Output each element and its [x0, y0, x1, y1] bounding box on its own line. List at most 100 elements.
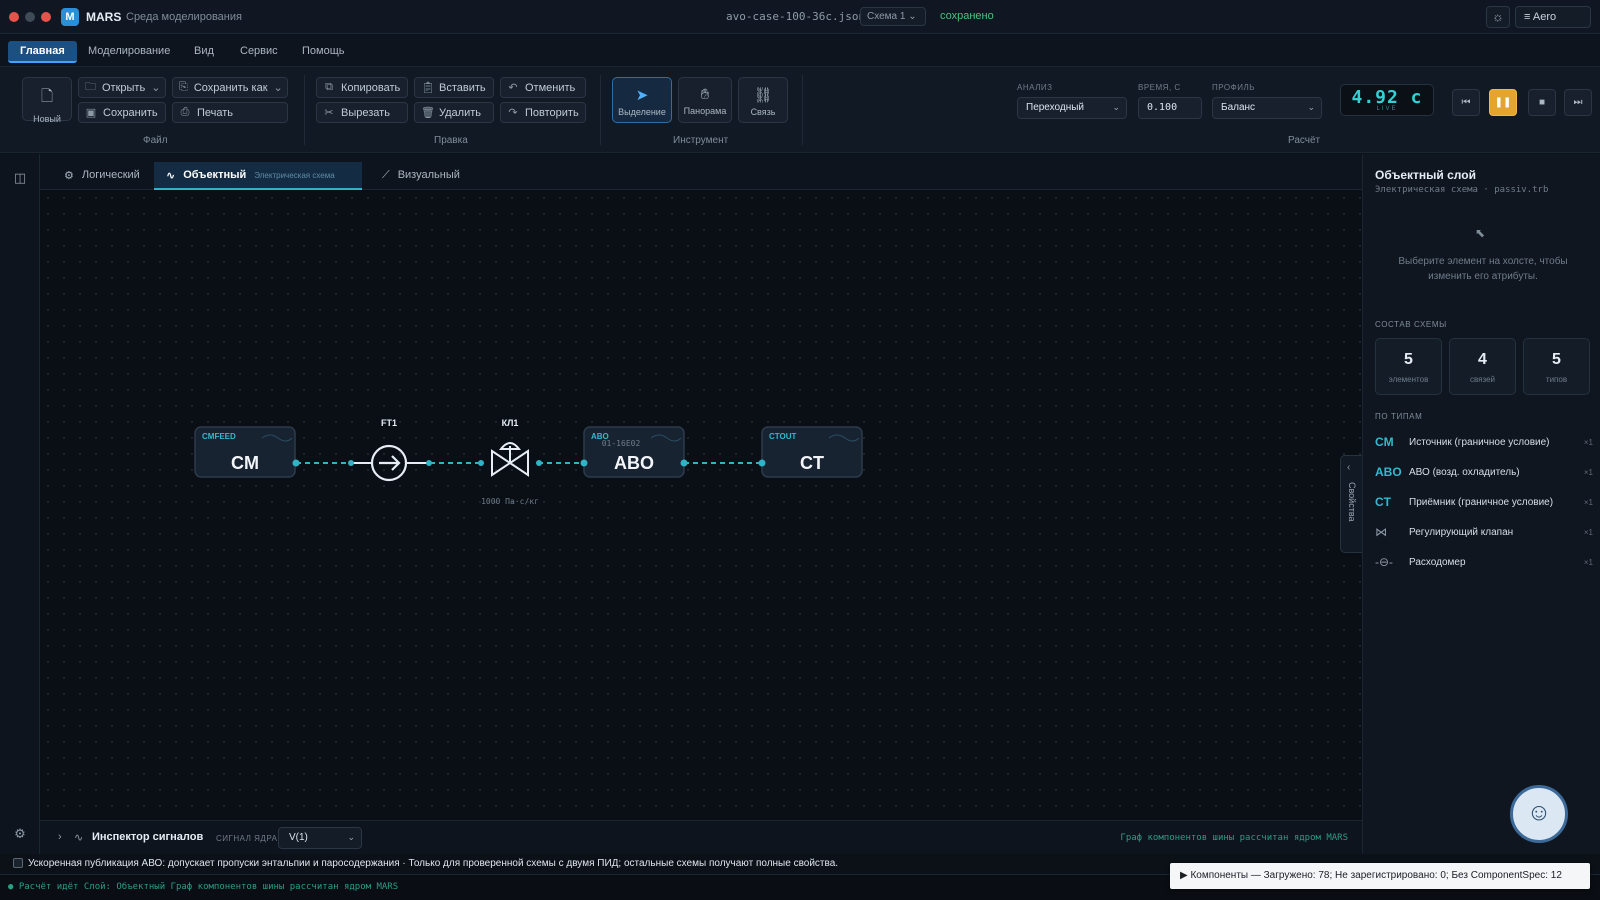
ribbon-divider: [600, 75, 601, 145]
notice-text: Ускоренная публикация АВО: допускает про…: [28, 858, 839, 869]
menu-modeling[interactable]: Моделирование: [76, 41, 182, 63]
type-name: Регулирующий клапан: [1409, 527, 1514, 538]
type-name: Источник (граничное условие): [1409, 437, 1550, 448]
tab-object[interactable]: ∿ Объектный Электрическая схема: [154, 162, 362, 190]
copy-icon: ⧉: [325, 81, 333, 93]
pause-button[interactable]: ❚❚: [1489, 89, 1517, 116]
notice-checkbox[interactable]: [13, 858, 23, 868]
sidebar-toggle-icon[interactable]: ◫: [12, 170, 28, 186]
stat-types-label: типов: [1545, 375, 1568, 384]
save-button[interactable]: ▣ Сохранить: [78, 102, 166, 123]
sim-time-display: 4.92 с LIVE: [1340, 84, 1434, 116]
ft1-label: FT1: [381, 418, 397, 428]
printer-icon: ⎙: [180, 106, 190, 118]
new-button[interactable]: 🗋 Новый: [22, 77, 72, 124]
stat-elements-label: элементов: [1388, 375, 1429, 384]
tab-logical[interactable]: ⚙ Логический: [52, 162, 152, 190]
components-toast[interactable]: ▶ Компоненты — Загружено: 78; Не зарегис…: [1170, 863, 1590, 889]
select-tool-button[interactable]: ➤ Выделение: [612, 77, 672, 123]
open-button[interactable]: 🗀 Открыть ⌄: [78, 77, 166, 98]
save-as-button[interactable]: ⎘ Сохранить как ⌄: [172, 77, 288, 98]
menu-home[interactable]: Главная: [8, 41, 77, 63]
delete-button[interactable]: 🗑︎ Удалить: [414, 102, 494, 123]
paste-button[interactable]: 📋︎ Вставить: [414, 77, 494, 98]
assistant-avatar-icon[interactable]: ☺: [1510, 785, 1568, 843]
step-forward-button[interactable]: ⏭︎: [1564, 89, 1592, 116]
block-cm[interactable]: CMFEED CM: [194, 426, 300, 478]
pause-icon: ❚❚: [1494, 97, 1512, 108]
copy-button[interactable]: ⧉ Копировать: [316, 77, 408, 98]
port-cm-out[interactable]: [292, 459, 300, 467]
menu-view[interactable]: Вид: [182, 41, 226, 63]
type-row-cm[interactable]: CM Источник (граничное условие) ×1: [1375, 432, 1593, 454]
profile-value: Баланс: [1221, 102, 1256, 113]
tab-visual-label: Визуальный: [397, 169, 460, 181]
chevron-down-icon: ⌄: [151, 82, 161, 94]
gear-icon: ⚙: [64, 170, 74, 182]
tab-visual[interactable]: ⟋ Визуальный: [370, 162, 472, 190]
print-button[interactable]: ⎙ Печать: [172, 102, 288, 123]
save-as-icon: ⎘: [179, 81, 188, 93]
type-count: ×1: [1583, 558, 1593, 567]
link-tool-button[interactable]: ⛓ Связь: [738, 77, 788, 123]
new-file-icon: 🗋: [40, 88, 54, 105]
chevron-down-icon: ⌄: [1307, 102, 1315, 112]
type-icon-abo: ABO: [1375, 465, 1402, 479]
port-ct-in[interactable]: [758, 459, 766, 467]
port-abo-out[interactable]: [680, 459, 688, 467]
menu-service[interactable]: Сервис: [228, 41, 290, 63]
time-step-input[interactable]: 0.100: [1138, 97, 1202, 119]
pan-tool-button[interactable]: ✋︎ Панорама: [678, 77, 732, 123]
type-row-flowmeter[interactable]: -⊖- Расходомер ×1: [1375, 552, 1593, 574]
ribbon-divider: [802, 75, 803, 145]
by-type-label: ПО ТИПАМ: [1375, 412, 1423, 421]
signal-inspector: › ∿ Инспектор сигналов СИГНАЛ ЯДРА V(1) ⌄…: [40, 820, 1362, 854]
save-as-label: Сохранить как: [193, 81, 268, 94]
ribbon-toolbar: 🗋 Новый 🗀 Открыть ⌄ ⎘ Сохранить как ⌄ ▣ Сохран…: [0, 67, 1600, 153]
profile-button[interactable]: ≡ Aero: [1515, 6, 1591, 28]
profile-select[interactable]: Баланс ⌄: [1212, 97, 1322, 119]
properties-drawer-handle[interactable]: ‹ Свойства: [1340, 455, 1362, 553]
schema-select[interactable]: Схема 1 ⌄: [860, 7, 926, 26]
inspector-title: Инспектор сигналов: [92, 831, 204, 843]
theme-toggle-button[interactable]: ☼: [1486, 6, 1510, 28]
block-ct-tag: CTOUT: [769, 432, 797, 441]
block-abo-name: ABO: [614, 453, 654, 473]
signal-select[interactable]: V(1) ⌄: [278, 827, 362, 849]
app-subtitle: Среда моделирования: [126, 11, 242, 23]
chevron-right-icon[interactable]: ›: [58, 831, 62, 843]
composition-label: СОСТАВ СХЕМЫ: [1375, 320, 1447, 329]
stat-links-count: 4: [1478, 351, 1487, 368]
block-ct[interactable]: CTOUT CT: [758, 426, 863, 478]
signal-label: СИГНАЛ ЯДРА: [216, 834, 278, 843]
block-abo[interactable]: ABO 01-16E02 ABO: [580, 426, 688, 478]
trash-icon: 🗑︎: [421, 107, 435, 119]
close-window-button[interactable]: [9, 12, 19, 22]
properties-drawer-label: Свойства: [1347, 482, 1357, 522]
block-cm-name: CM: [231, 453, 259, 473]
open-label: Открыть: [102, 81, 146, 94]
settings-gear-icon[interactable]: ⚙: [12, 826, 28, 842]
stat-links-label: связей: [1470, 375, 1495, 384]
type-count: ×1: [1583, 498, 1593, 507]
undo-button[interactable]: ↶ Отменить: [500, 77, 586, 98]
type-row-abo[interactable]: ABO АВО (возд. охладитель) ×1: [1375, 462, 1593, 484]
type-row-ct[interactable]: CT Приёмник (граничное условие) ×1: [1375, 492, 1593, 514]
maximize-window-button[interactable]: [41, 12, 51, 22]
type-name: Расходомер: [1409, 557, 1466, 568]
cut-button[interactable]: ✂ Вырезать: [316, 102, 408, 123]
minimize-window-button[interactable]: [25, 12, 35, 22]
schematic-canvas[interactable]: CMFEED CM FT1 КЛ1 1000 Па·с/кг ABO 01-16…: [40, 190, 1362, 820]
step-back-button[interactable]: ⏮︎: [1452, 89, 1480, 116]
flowmeter-ft1[interactable]: FT1: [348, 418, 432, 482]
analysis-label: АНАЛИЗ: [1017, 83, 1053, 92]
stop-button[interactable]: ■: [1528, 89, 1556, 116]
port-abo-in[interactable]: [580, 459, 588, 467]
pan-tool-label: Панорама: [683, 106, 727, 116]
redo-button[interactable]: ↷ Повторить: [500, 102, 586, 123]
analysis-select[interactable]: Переходный ⌄: [1017, 97, 1127, 119]
type-row-valve[interactable]: ⋈ Регулирующий клапан ×1: [1375, 522, 1593, 544]
valve-kl1[interactable]: КЛ1 1000 Па·с/кг: [478, 418, 542, 506]
tab-object-sub: Электрическая схема: [254, 171, 335, 180]
menu-help[interactable]: Помощь: [290, 41, 357, 63]
